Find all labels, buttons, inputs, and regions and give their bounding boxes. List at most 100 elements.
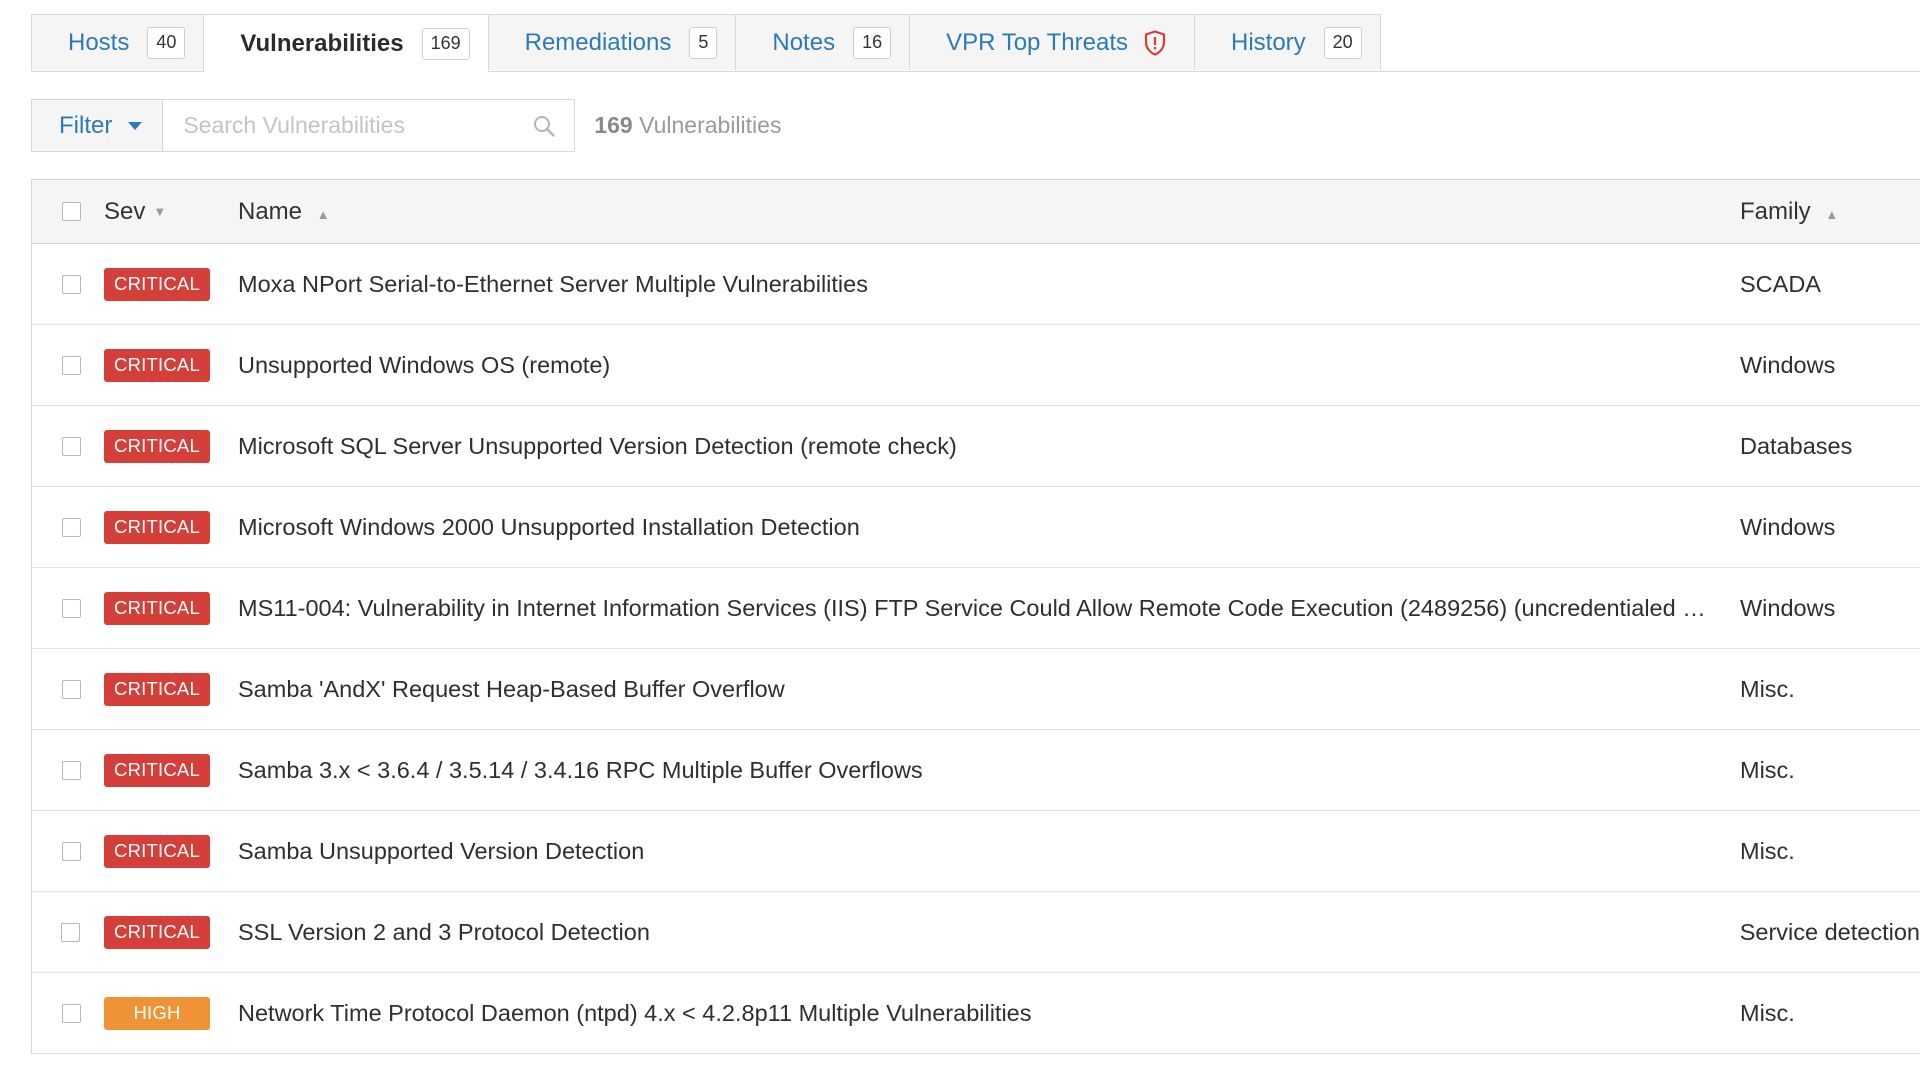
sev-cell: CRITICAL [104,510,238,544]
severity-badge: CRITICAL [104,267,210,301]
search-input[interactable] [181,111,533,140]
severity-badge: CRITICAL [104,510,210,544]
severity-badge: CRITICAL [104,429,210,463]
search-icon[interactable] [532,114,556,138]
vuln-family: Windows [1740,351,1836,378]
tab-count-badge: 40 [147,26,186,59]
vuln-name: MS11-004: Vulnerability in Internet Info… [238,594,1740,621]
row-check-cell [32,436,104,456]
sev-cell: CRITICAL [104,834,238,868]
row-checkbox[interactable] [61,841,81,861]
table-row[interactable]: CRITICAL Samba Unsupported Version Detec… [32,811,1920,892]
tab-count-badge: 16 [853,26,892,59]
vuln-family: Service detection [1739,918,1920,945]
tab-list: Hosts 40 Vulnerabilities 169 Remediation… [31,14,1920,72]
vuln-family: Misc. [1740,675,1795,702]
severity-badge: CRITICAL [104,672,210,706]
header-sev[interactable]: Sev ▼ [104,198,238,226]
row-check-cell [32,679,104,699]
table-row[interactable]: CRITICAL Samba 3.x < 3.6.4 / 3.5.14 / 3.… [32,730,1920,811]
tab-vulnerabilities[interactable]: Vulnerabilities 169 [203,14,488,72]
severity-badge: CRITICAL [104,348,210,382]
table-row[interactable]: CRITICAL MS11-004: Vulnerability in Inte… [32,568,1920,649]
header-family[interactable]: Family ▲ [1740,198,1920,226]
row-check-cell [32,355,104,375]
result-count-number: 169 [594,112,633,138]
tab-count-badge: 169 [421,27,470,60]
table-row[interactable]: CRITICAL Moxa NPort Serial-to-Ethernet S… [32,244,1920,325]
select-all-checkbox[interactable] [61,202,81,221]
severity-badge: CRITICAL [104,591,210,625]
caret-down-icon [128,121,143,130]
row-check-cell [32,1003,104,1023]
sev-cell: CRITICAL [104,753,238,787]
row-check-cell [32,922,104,942]
row-checkbox[interactable] [61,1003,81,1023]
vuln-name: Samba 'AndX' Request Heap-Based Buffer O… [238,675,785,702]
row-checkbox[interactable] [61,274,81,294]
table-row[interactable]: CRITICAL Unsupported Windows OS (remote)… [32,325,1920,406]
filter-bar: Filter 169 Vulnerabilities [31,99,781,152]
sort-asc-icon: ▲ [316,206,330,222]
row-check-cell [32,274,104,294]
shield-icon [1144,29,1166,56]
vuln-name: Unsupported Windows OS (remote) [238,351,611,378]
tab-hosts[interactable]: Hosts 40 [31,14,204,70]
result-count-label: Vulnerabilities [639,112,782,138]
tab-remediations[interactable]: Remediations 5 [487,14,736,70]
search-box [162,99,576,152]
tab-bar: Hosts 40 Vulnerabilities 169 Remediation… [31,14,1920,72]
vuln-name: SSL Version 2 and 3 Protocol Detection [237,918,650,945]
tab-history[interactable]: History 20 [1193,14,1381,70]
tab-label: VPR Top Threats [946,28,1128,56]
severity-badge: CRITICAL [104,753,210,787]
row-checkbox[interactable] [61,598,81,618]
vulnerabilities-table: Sev ▼ Name ▲ Family ▲ CRITICAL Moxa NPor… [31,179,1920,1054]
header-family-label: Family [1740,197,1811,225]
tab-vpr-top-threats[interactable]: VPR Top Threats [909,14,1194,70]
table-row[interactable]: HIGH Network Time Protocol Daemon (ntpd)… [32,973,1920,1054]
vuln-name: Microsoft Windows 2000 Unsupported Insta… [238,513,860,540]
sort-asc-icon: ▲ [1825,206,1839,222]
table-row[interactable]: CRITICAL Microsoft Windows 2000 Unsuppor… [32,487,1920,568]
vuln-family: Windows [1740,513,1836,540]
vuln-name: Samba Unsupported Version Detection [238,837,645,864]
sev-cell: CRITICAL [104,348,238,382]
vuln-name: Network Time Protocol Daemon (ntpd) 4.x … [238,999,1032,1026]
filter-label: Filter [59,111,113,139]
row-checkbox[interactable] [61,355,81,375]
row-checkbox[interactable] [61,436,81,456]
result-count: 169 Vulnerabilities [594,112,781,139]
filter-button[interactable]: Filter [31,99,163,152]
severity-badge: CRITICAL [103,915,210,949]
severity-badge: HIGH [104,996,210,1030]
sev-cell: CRITICAL [103,915,238,949]
header-name[interactable]: Name ▲ [238,198,1740,226]
table-header: Sev ▼ Name ▲ Family ▲ [32,180,1920,244]
tab-label: Hosts [68,28,130,56]
table-row[interactable]: CRITICAL Microsoft SQL Server Unsupporte… [32,406,1920,487]
sev-cell: CRITICAL [104,267,238,301]
vuln-family: Misc. [1740,999,1795,1026]
severity-badge: CRITICAL [104,834,210,868]
table-row[interactable]: CRITICAL Samba 'AndX' Request Heap-Based… [32,649,1920,730]
tab-label: Remediations [524,28,672,56]
tab-count-badge: 5 [689,26,718,59]
sev-cell: CRITICAL [104,429,238,463]
vuln-family: Windows [1740,594,1836,621]
row-checkbox[interactable] [61,517,81,537]
row-checkbox[interactable] [61,679,81,699]
vuln-name: Microsoft SQL Server Unsupported Version… [238,432,957,459]
sev-cell: CRITICAL [104,672,238,706]
tab-label: Notes [772,28,836,56]
tab-notes[interactable]: Notes 16 [735,14,910,70]
row-check-cell [32,841,104,861]
row-checkbox[interactable] [61,760,81,780]
sev-cell: CRITICAL [104,591,238,625]
table-row[interactable]: CRITICAL SSL Version 2 and 3 Protocol De… [32,892,1920,973]
header-sev-label: Sev [104,197,146,225]
vuln-family: Misc. [1740,837,1795,864]
row-checkbox[interactable] [61,922,81,942]
header-check-cell [32,202,104,221]
vuln-name: Moxa NPort Serial-to-Ethernet Server Mul… [238,270,868,297]
